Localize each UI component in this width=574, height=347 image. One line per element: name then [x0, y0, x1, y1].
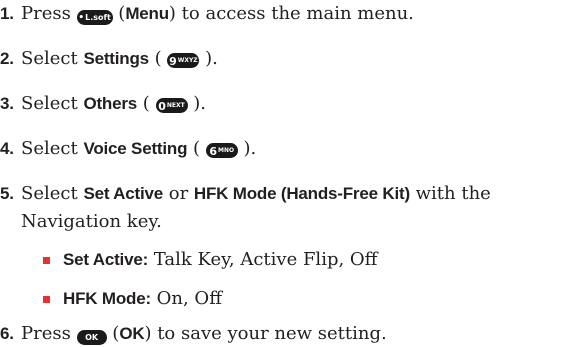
ok-label: OK — [119, 324, 145, 343]
key-letters: NEXT — [166, 102, 185, 109]
step-text: Navigation key. — [21, 211, 162, 232]
key-0-icon: 0NEXT — [155, 98, 188, 113]
step-text: ). — [237, 138, 257, 159]
step-number: 4. — [0, 139, 14, 158]
bullet-icon — [43, 257, 50, 264]
step-text: Select — [21, 48, 84, 69]
menu-label: Menu — [125, 4, 169, 23]
settings-label: Settings — [83, 49, 149, 68]
step-number: 1. — [0, 4, 14, 23]
option-values: Talk Key, Active Flip, Off — [148, 249, 378, 270]
step-text: ). — [199, 48, 218, 69]
step-text: to access the main menu. — [175, 3, 414, 24]
step-text: Select — [21, 183, 84, 204]
key-digit: 6 — [209, 145, 218, 158]
instruction-list: 1. Press •L.soft (Menu) to access the ma… — [0, 3, 491, 345]
step-number: 2. — [0, 49, 14, 68]
step-text: ). — [187, 93, 206, 114]
voice-setting-label: Voice Setting — [83, 139, 188, 158]
key-9-icon: 9WXYZ — [167, 53, 200, 68]
step-text: Select — [21, 93, 84, 114]
step-number: 3. — [0, 94, 14, 113]
menu-key-label: L.soft — [85, 13, 111, 22]
ok-key-icon: OK — [76, 330, 107, 345]
step-text: or — [163, 183, 194, 204]
set-active-label: Set Active — [83, 184, 164, 203]
hfk-mode-label: HFK Mode (Hands-Free Kit) — [193, 184, 410, 203]
step-text: to save your new setting. — [151, 323, 387, 344]
others-label: Others — [83, 94, 138, 113]
step-text: Press — [21, 3, 77, 24]
ok-key-label: OK — [85, 333, 99, 342]
step-number: 5. — [0, 184, 14, 203]
option-label: HFK Mode: — [63, 289, 151, 308]
step-text: Press — [21, 323, 77, 344]
step-text: Select — [21, 138, 84, 159]
key-digit: 0 — [158, 100, 166, 113]
key-letters: WXYZ — [177, 57, 198, 64]
step-number: 6. — [0, 324, 14, 343]
step-text: with the — [409, 183, 491, 204]
option-label: Set Active: — [63, 250, 149, 269]
menu-key-icon: •L.soft — [76, 10, 113, 25]
key-digit: 9 — [169, 55, 177, 68]
key-6-icon: 6MNO — [205, 143, 238, 158]
bullet-icon — [43, 296, 50, 303]
key-letters: MNO — [218, 147, 235, 154]
option-values: On, Off — [150, 288, 222, 309]
